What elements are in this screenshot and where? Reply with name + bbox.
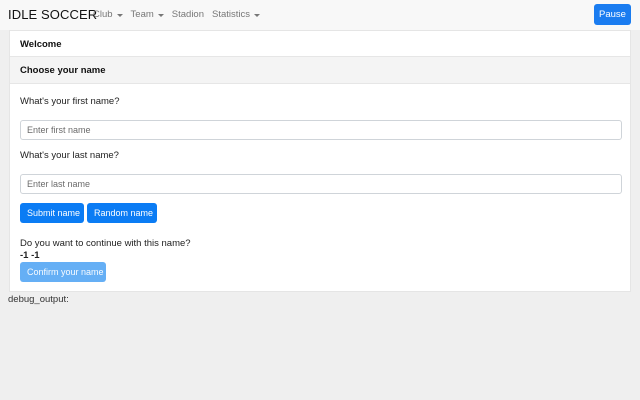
caret-down-icon [254,14,261,17]
nav-item-team[interactable]: Team [131,9,164,20]
random-name-button[interactable]: Random name [87,203,157,223]
first-name-question: What's your first name? [20,96,120,107]
name-preview: -1 -1 [20,250,40,261]
main-nav: Club Team Stadion Statistics [93,9,268,20]
nav-item-stadion[interactable]: Stadion [172,9,204,20]
caret-down-icon [157,14,164,17]
pause-button[interactable]: Pause [594,4,631,25]
section-title: Choose your name [10,57,630,84]
welcome-card: Welcome Choose your name What's your fir… [9,30,631,292]
last-name-input[interactable] [20,174,622,194]
top-navbar: IDLE SOCCER Club Team Stadion Statistics… [0,0,640,30]
nav-item-club[interactable]: Club [93,9,123,20]
app-brand[interactable]: IDLE SOCCER [8,7,97,22]
nav-label: Club [93,9,113,20]
nav-label: Stadion [171,9,205,20]
confirm-question: Do you want to continue with this name? [20,238,191,249]
caret-down-icon [116,14,123,17]
submit-name-button[interactable]: Submit name [20,203,84,223]
card-title: Welcome [10,31,630,57]
debug-output-label: debug_output: [8,294,69,305]
first-name-input[interactable] [20,120,622,140]
nav-label: Statistics [212,9,251,20]
confirm-name-button[interactable]: Confirm your name [20,262,106,282]
nav-label: Team [130,9,154,20]
last-name-question: What's your last name? [20,150,119,161]
nav-item-statistics[interactable]: Statistics [212,9,261,20]
